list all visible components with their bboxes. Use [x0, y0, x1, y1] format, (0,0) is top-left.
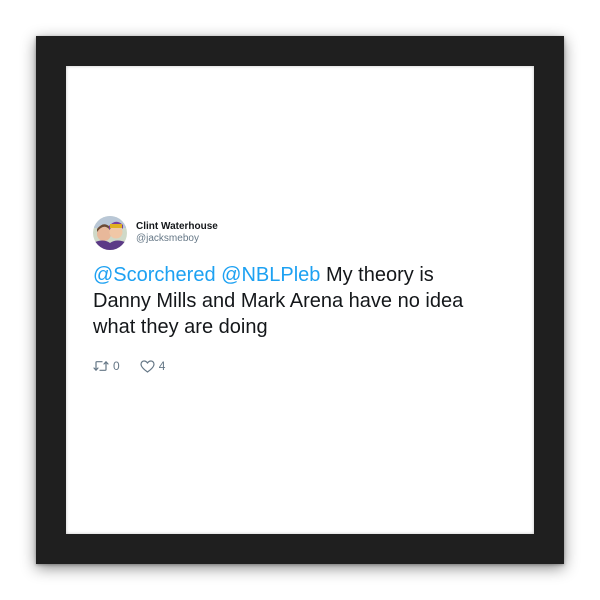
like-count: 4	[158, 359, 166, 373]
picture-frame: Clint Waterhouse @jacksmeboy @Scorchered…	[36, 36, 564, 564]
frame-mat: Clint Waterhouse @jacksmeboy @Scorchered…	[66, 66, 534, 534]
page-canvas: Clint Waterhouse @jacksmeboy @Scorchered…	[0, 0, 600, 600]
profile-photo-avatar	[93, 216, 127, 250]
tweet-actions: 0 4	[93, 359, 513, 373]
author-handle[interactable]: @jacksmeboy	[136, 233, 218, 246]
tweet-text: @Scorchered @NBLPleb My theory is Danny …	[93, 262, 493, 340]
like-button[interactable]: 4	[140, 359, 166, 373]
tweet-card: Clint Waterhouse @jacksmeboy @Scorchered…	[93, 216, 513, 373]
author-display-name[interactable]: Clint Waterhouse	[136, 221, 218, 234]
mention-link[interactable]: @Scorchered	[93, 264, 216, 286]
tweet-author: Clint Waterhouse @jacksmeboy	[93, 216, 513, 250]
heart-icon	[140, 359, 155, 373]
author-text: Clint Waterhouse @jacksmeboy	[136, 221, 218, 246]
retweet-icon	[93, 360, 109, 372]
retweet-button[interactable]: 0	[93, 359, 120, 373]
avatar[interactable]	[93, 216, 127, 250]
retweet-count: 0	[113, 359, 120, 373]
mention-link[interactable]: @NBLPleb	[221, 264, 320, 286]
